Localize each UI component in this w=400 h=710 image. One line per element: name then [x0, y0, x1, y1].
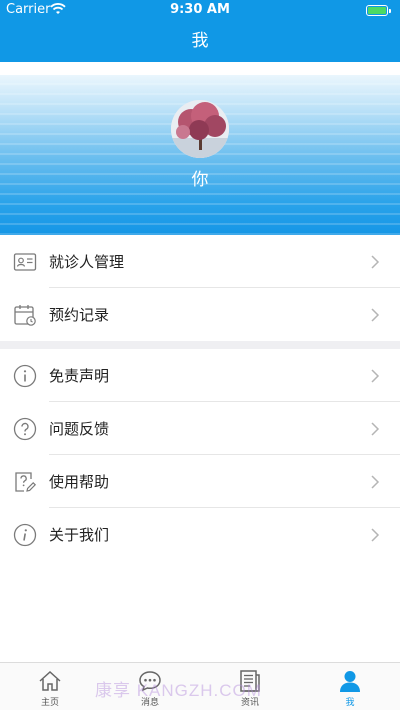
status-bar: Carrier 9:30 AM: [0, 0, 400, 20]
avatar[interactable]: [171, 100, 229, 158]
top-bar: Carrier 9:30 AM 我: [0, 0, 400, 62]
section-separator: [0, 341, 400, 349]
menu-item-feedback[interactable]: 问题反馈: [0, 402, 400, 455]
chevron-right-icon: [371, 369, 380, 383]
menu-item-label: 问题反馈: [49, 420, 110, 438]
home-icon: [39, 670, 61, 691]
chevron-right-icon: [371, 255, 380, 269]
menu-item-label: 预约记录: [49, 306, 110, 324]
menu-item-label: 就诊人管理: [49, 253, 125, 271]
page-title: 我: [191, 31, 209, 51]
tab-label: 我: [345, 698, 355, 708]
profile-name: 你: [191, 170, 209, 190]
chevron-right-icon: [371, 308, 380, 322]
menu-item-about-us[interactable]: 关于我们: [0, 508, 400, 561]
watermark: 康享 KANGZH.COM: [95, 681, 262, 700]
help-edit-icon: [15, 472, 37, 492]
battery-icon: [366, 5, 391, 16]
question-icon: [13, 417, 37, 441]
chevron-right-icon: [371, 475, 380, 489]
chevron-right-icon: [371, 528, 380, 542]
id-card-icon: [13, 253, 37, 271]
menu-item-appointment-records[interactable]: 预约记录: [0, 288, 400, 341]
calendar-clock-icon: [14, 305, 36, 326]
menu-item-patient-management[interactable]: 就诊人管理: [0, 235, 400, 288]
menu-item-label: 免责声明: [49, 367, 110, 385]
status-time: 9:30 AM: [170, 2, 230, 17]
chevron-right-icon: [371, 422, 380, 436]
menu-group-patient: 就诊人管理 预约记录: [0, 235, 400, 341]
menu-item-label: 使用帮助: [49, 473, 110, 491]
avatar-image: [171, 100, 229, 158]
menu-item-help[interactable]: 使用帮助: [0, 455, 400, 508]
menu-group-info: 免责声明 问题反馈 使用帮助 关于我们: [0, 349, 400, 561]
user-icon: [340, 671, 360, 692]
tab-label: 主页: [40, 698, 59, 708]
profile-header: 你: [0, 75, 400, 235]
tab-me[interactable]: 我: [300, 663, 400, 710]
menu-item-disclaimer[interactable]: 免责声明: [0, 349, 400, 402]
info-italic-icon: [13, 523, 37, 547]
tab-home[interactable]: 主页: [0, 663, 100, 710]
menu-item-label: 关于我们: [49, 526, 110, 544]
info-icon: [13, 364, 37, 388]
